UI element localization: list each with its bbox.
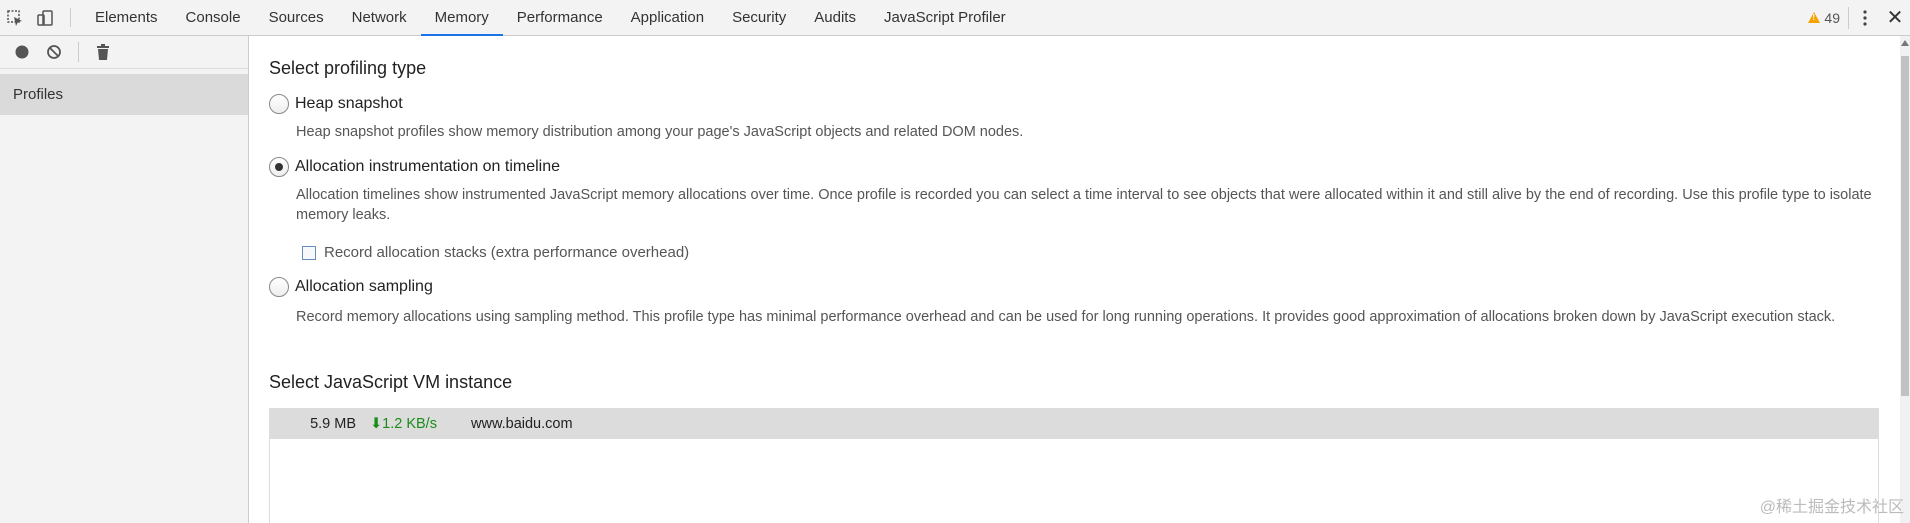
tab-audits[interactable]: Audits bbox=[800, 0, 870, 35]
tab-javascript-profiler[interactable]: JavaScript Profiler bbox=[870, 0, 1020, 35]
warnings-count: 49 bbox=[1824, 9, 1840, 26]
tab-network[interactable]: Network bbox=[338, 0, 421, 35]
record-stacks-label: Record allocation stacks (extra performa… bbox=[324, 244, 690, 261]
device-toolbar-icon[interactable] bbox=[30, 0, 60, 35]
allocation-sampling-desc: Record memory allocations using sampling… bbox=[296, 309, 1836, 325]
option-allocation-sampling[interactable]: Allocation sampling bbox=[269, 277, 433, 297]
tab-application[interactable]: Application bbox=[617, 0, 718, 35]
warnings-counter[interactable]: 49 bbox=[1800, 10, 1848, 26]
allocation-instrumentation-label: Allocation instrumentation on timeline bbox=[295, 158, 561, 175]
allocation-instrumentation-desc: Allocation timelines show instrumented J… bbox=[296, 187, 1872, 223]
watermark: @稀土掘金技术社区 bbox=[1759, 499, 1904, 516]
memory-panel: Select profiling type Heap snapshot Heap… bbox=[250, 36, 1900, 523]
heap-snapshot-radio[interactable] bbox=[269, 94, 289, 114]
scroll-up-arrow[interactable] bbox=[1901, 40, 1909, 46]
record-icon[interactable] bbox=[8, 38, 36, 66]
vm-instance-list: 5.9 MB ⬇1.2 KB/s www.baidu.com bbox=[269, 408, 1879, 523]
record-stacks-checkbox[interactable] bbox=[302, 245, 316, 260]
vm-host: www.baidu.com bbox=[471, 416, 573, 432]
sidebar-toolbar bbox=[0, 36, 248, 69]
tab-performance[interactable]: Performance bbox=[503, 0, 617, 35]
sidebar-item-profiles[interactable]: Profiles bbox=[0, 74, 248, 115]
clear-icon[interactable] bbox=[40, 38, 68, 66]
tab-elements[interactable]: Elements bbox=[81, 0, 172, 35]
vm-instance-heading: Select JavaScript VM instance bbox=[269, 372, 513, 392]
allocation-sampling-radio[interactable] bbox=[269, 277, 289, 297]
vm-heap-rate: ⬇1.2 KB/s bbox=[370, 416, 437, 432]
tab-memory[interactable]: Memory bbox=[420, 0, 503, 36]
allocation-sampling-label: Allocation sampling bbox=[295, 278, 433, 295]
inspect-element-icon[interactable] bbox=[0, 0, 30, 35]
devtools-toolbar: Elements Console Sources Network Memory … bbox=[0, 0, 1910, 36]
vertical-scrollbar[interactable] bbox=[1900, 36, 1910, 523]
option-allocation-instrumentation[interactable]: Allocation instrumentation on timeline bbox=[269, 157, 560, 177]
scrollbar-thumb[interactable] bbox=[1901, 56, 1909, 396]
vm-instance-row[interactable]: 5.9 MB ⬇1.2 KB/s www.baidu.com bbox=[270, 409, 1878, 439]
tab-sources[interactable]: Sources bbox=[255, 0, 338, 35]
record-stacks-row[interactable]: Record allocation stacks (extra performa… bbox=[302, 244, 689, 261]
profiling-type-heading: Select profiling type bbox=[269, 58, 427, 78]
allocation-instrumentation-radio[interactable] bbox=[269, 157, 289, 177]
vm-heap-size: 5.9 MB bbox=[310, 416, 356, 432]
tab-security[interactable]: Security bbox=[718, 0, 800, 35]
option-heap-snapshot[interactable]: Heap snapshot bbox=[269, 94, 403, 114]
tab-console[interactable]: Console bbox=[172, 0, 255, 35]
heap-snapshot-label: Heap snapshot bbox=[295, 95, 403, 112]
panel-tabs: Elements Console Sources Network Memory … bbox=[81, 0, 1020, 36]
profiles-sidebar: Profiles bbox=[0, 36, 249, 523]
close-icon[interactable]: ✕ bbox=[1880, 5, 1910, 30]
more-options-icon[interactable] bbox=[1848, 6, 1880, 29]
trash-icon[interactable] bbox=[89, 38, 117, 66]
heap-snapshot-desc: Heap snapshot profiles show memory distr… bbox=[296, 124, 1024, 140]
toolbar-divider bbox=[70, 8, 71, 27]
sidebar-divider bbox=[78, 42, 79, 62]
warning-icon bbox=[1808, 12, 1821, 23]
